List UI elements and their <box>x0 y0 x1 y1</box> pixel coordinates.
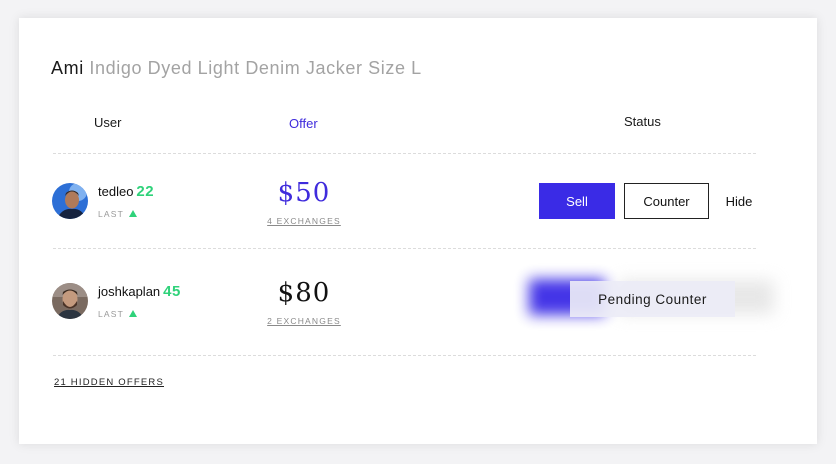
hidden-offers-link[interactable]: 21 HIDDEN OFFERS <box>54 377 164 388</box>
column-header-offer[interactable]: Offer <box>289 116 318 131</box>
offer-row: tedleo 22 LAST $50 4 EXCHANGES Sell Count… <box>19 154 817 234</box>
exchanges-link[interactable]: 2 EXCHANGES <box>239 316 369 326</box>
offer-price: $80 <box>277 278 331 308</box>
pending-counter-status: Pending Counter <box>570 281 735 317</box>
counter-button[interactable]: Counter <box>624 183 709 219</box>
username-text: joshkaplan <box>98 284 161 299</box>
trend-up-icon <box>129 310 138 317</box>
sell-button[interactable]: Sell <box>539 183 615 219</box>
offers-card: Ami Indigo Dyed Light Denim Jacker Size … <box>19 18 817 444</box>
column-header-status: Status <box>624 114 661 129</box>
offer-actions: Sell Counter Hide <box>19 183 817 219</box>
avatar[interactable] <box>52 283 88 319</box>
last-trend: LAST <box>98 309 138 319</box>
product-brand: Ami <box>51 58 84 78</box>
column-header-user: User <box>94 115 122 130</box>
hide-button[interactable]: Hide <box>719 183 759 219</box>
username[interactable]: joshkaplan 45 <box>98 283 181 300</box>
divider <box>53 355 756 356</box>
product-name: Indigo Dyed Light Denim Jacker Size L <box>89 58 422 78</box>
user-score: 45 <box>163 283 181 300</box>
last-label: LAST <box>98 309 125 319</box>
divider <box>53 248 756 249</box>
product-title: Ami Indigo Dyed Light Denim Jacker Size … <box>51 58 422 79</box>
